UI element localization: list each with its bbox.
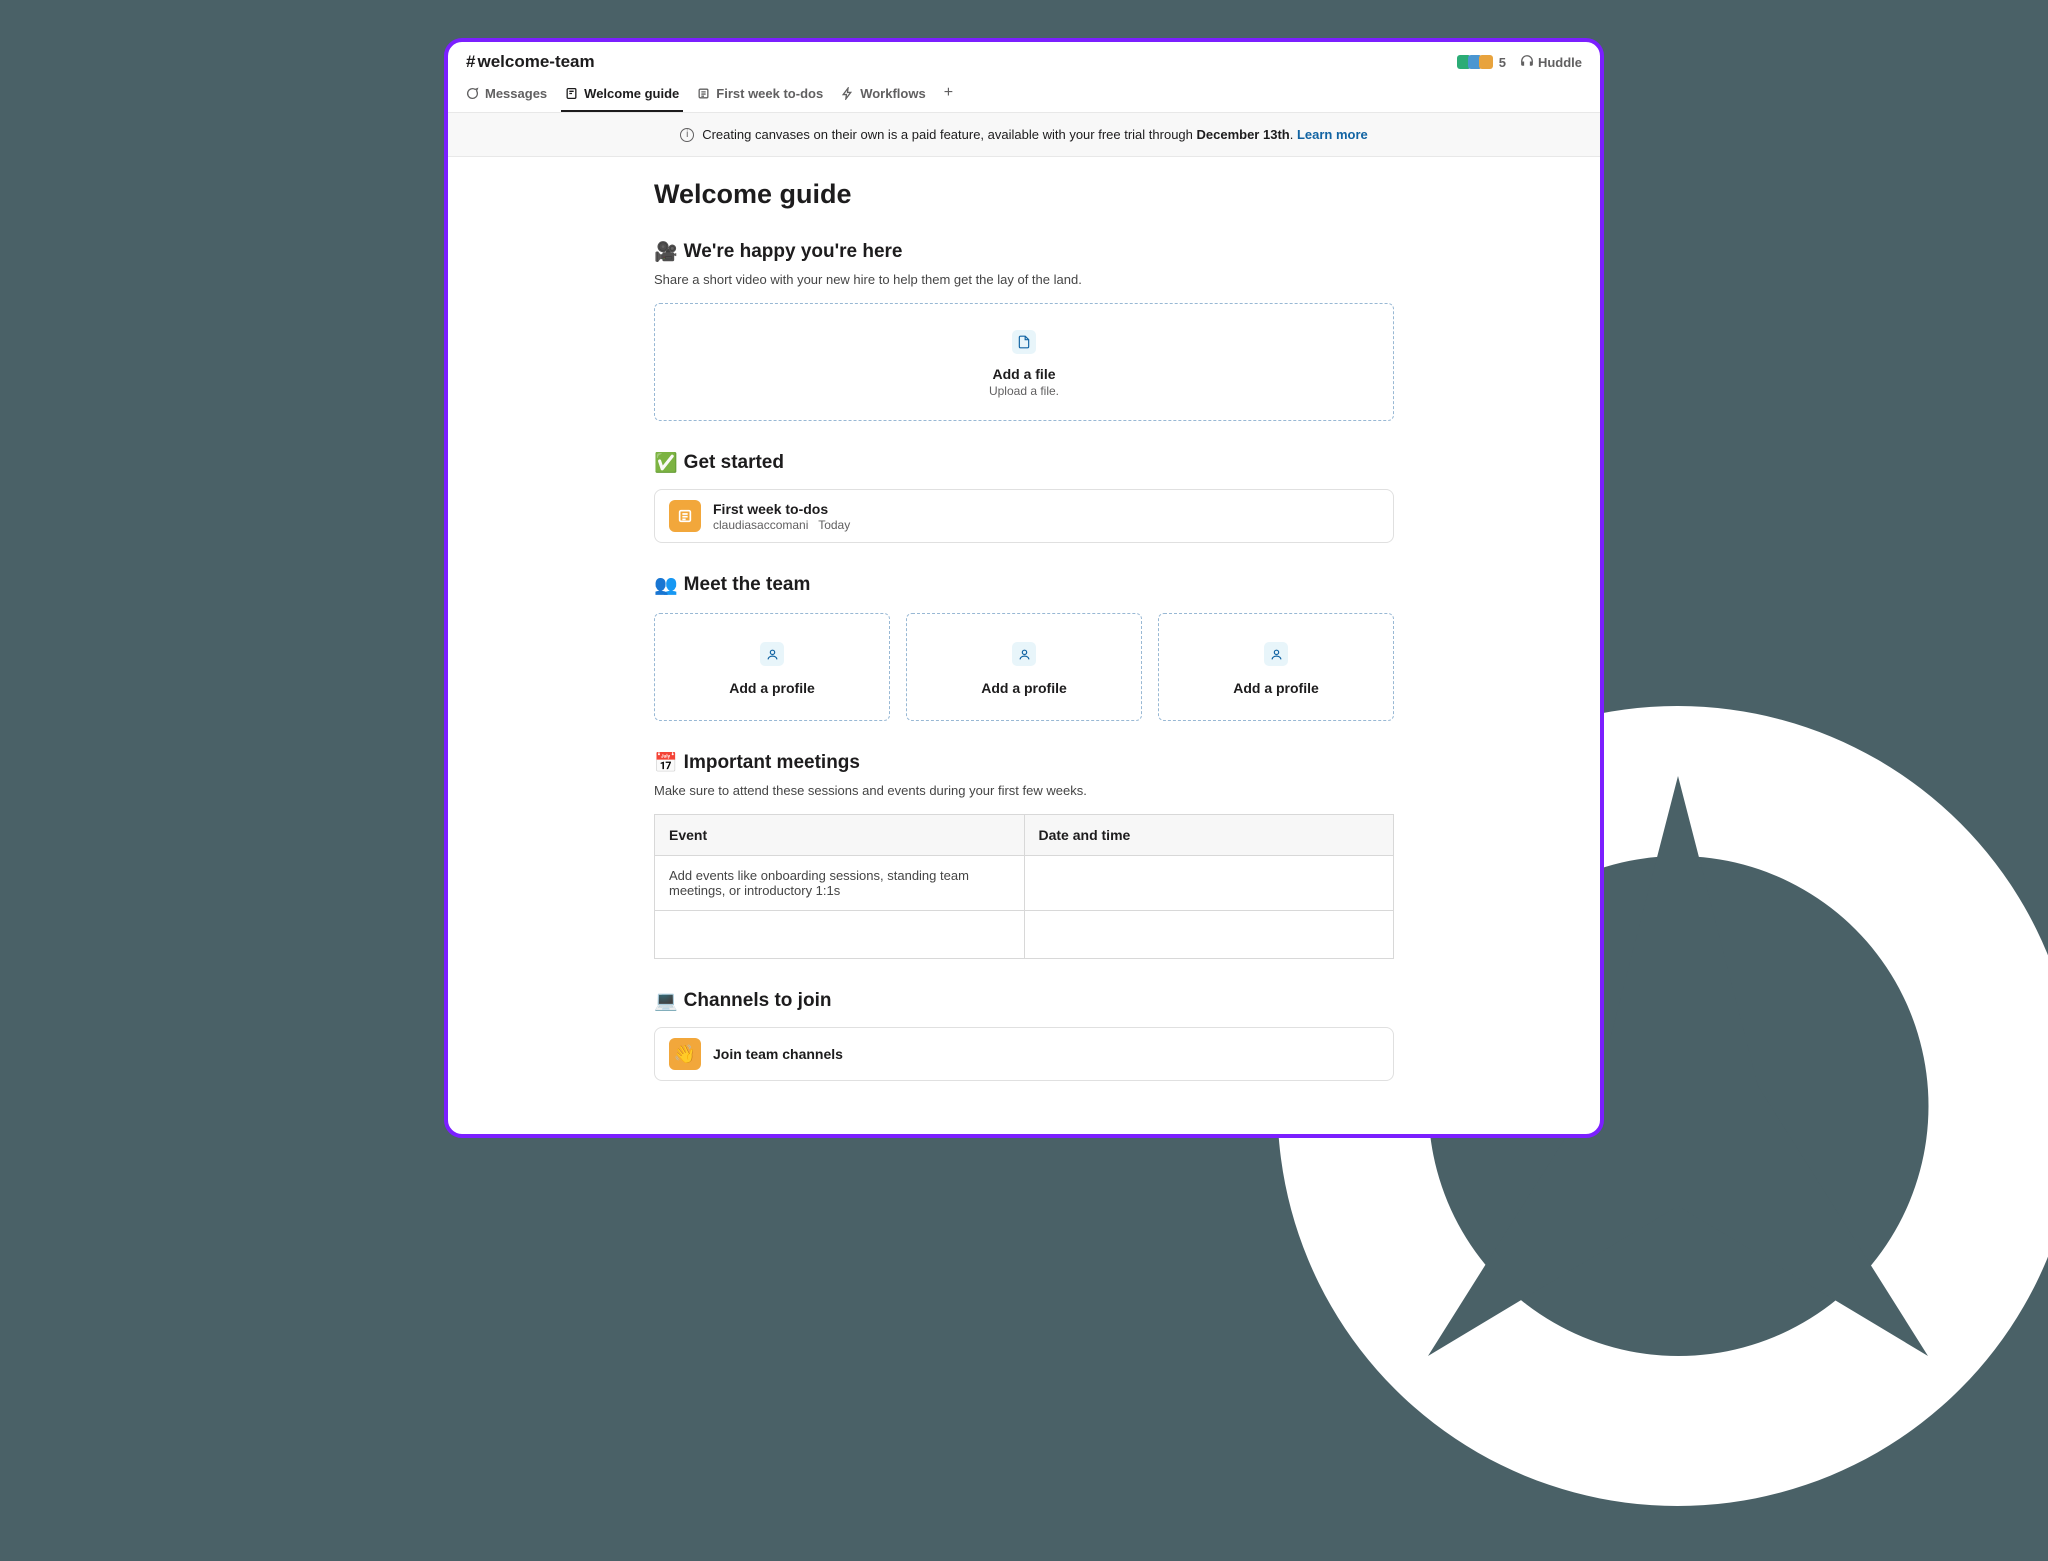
add-profile-label: Add a profile bbox=[981, 680, 1067, 696]
first-week-card[interactable]: First week to-dos claudiasaccomani Today bbox=[654, 489, 1394, 543]
list-card-meta: claudiasaccomani Today bbox=[713, 518, 850, 532]
tab-welcome-guide[interactable]: Welcome guide bbox=[565, 86, 679, 111]
section-welcome-desc: Share a short video with your new hire t… bbox=[654, 272, 1394, 287]
dropzone-title: Add a file bbox=[992, 366, 1055, 382]
table-cell[interactable] bbox=[1024, 911, 1394, 959]
tab-workflows[interactable]: Workflows bbox=[841, 86, 926, 111]
add-profile-label: Add a profile bbox=[1233, 680, 1319, 696]
table-header-date: Date and time bbox=[1024, 815, 1394, 856]
channels-card-title: Join team channels bbox=[713, 1046, 843, 1062]
computer-emoji-icon: 💻 bbox=[654, 989, 678, 1013]
tab-workflows-label: Workflows bbox=[860, 86, 926, 101]
add-profile-card[interactable]: Add a profile bbox=[1158, 613, 1394, 721]
person-icon bbox=[1012, 642, 1036, 666]
app-window: # welcome-team 5 Huddle Messages bbox=[444, 38, 1604, 1138]
meetings-table: Event Date and time Add events like onbo… bbox=[654, 814, 1394, 959]
calendar-emoji-icon: 📅 bbox=[654, 751, 678, 775]
tab-messages[interactable]: Messages bbox=[466, 86, 547, 111]
workflows-icon bbox=[841, 87, 854, 100]
tab-first-week[interactable]: First week to-dos bbox=[697, 86, 823, 111]
info-banner: i Creating canvases on their own is a pa… bbox=[448, 113, 1600, 157]
dropzone-subtitle: Upload a file. bbox=[989, 384, 1059, 398]
huddle-button[interactable]: Huddle bbox=[1520, 54, 1582, 71]
channel-name-text: welcome-team bbox=[477, 52, 594, 72]
person-icon bbox=[1264, 642, 1288, 666]
table-row[interactable]: Add events like onboarding sessions, sta… bbox=[655, 856, 1394, 911]
wave-emoji-icon: 👋 bbox=[669, 1038, 701, 1070]
section-meet-team-title: 👥 Meet the team bbox=[654, 573, 1394, 597]
section-meetings-desc: Make sure to attend these sessions and e… bbox=[654, 783, 1394, 798]
list-icon bbox=[697, 87, 710, 100]
section-welcome-title: 🎥 We're happy you're here bbox=[654, 240, 1394, 264]
avatar-icon bbox=[1479, 55, 1493, 69]
join-channels-card[interactable]: 👋 Join team channels bbox=[654, 1027, 1394, 1081]
hash-icon: # bbox=[466, 52, 475, 72]
huddle-label: Huddle bbox=[1538, 55, 1582, 70]
messages-icon bbox=[466, 87, 479, 100]
section-get-started-title: ✅ Get started bbox=[654, 451, 1394, 475]
add-file-dropzone[interactable]: Add a file Upload a file. bbox=[654, 303, 1394, 421]
table-cell[interactable] bbox=[1024, 856, 1394, 911]
section-welcome: 🎥 We're happy you're here Share a short … bbox=[654, 240, 1394, 421]
person-icon bbox=[760, 642, 784, 666]
tab-welcome-guide-label: Welcome guide bbox=[584, 86, 679, 101]
tab-first-week-label: First week to-dos bbox=[716, 86, 823, 101]
add-profile-card[interactable]: Add a profile bbox=[654, 613, 890, 721]
camera-emoji-icon: 🎥 bbox=[654, 240, 678, 264]
table-header-event: Event bbox=[655, 815, 1025, 856]
member-count: 5 bbox=[1499, 55, 1506, 70]
channel-name[interactable]: # welcome-team bbox=[466, 52, 595, 72]
people-emoji-icon: 👥 bbox=[654, 573, 678, 597]
headphones-icon bbox=[1520, 54, 1534, 71]
learn-more-link[interactable]: Learn more bbox=[1297, 127, 1368, 142]
info-icon: i bbox=[680, 128, 694, 142]
table-row[interactable] bbox=[655, 911, 1394, 959]
add-profile-card[interactable]: Add a profile bbox=[906, 613, 1142, 721]
add-tab-button[interactable]: + bbox=[944, 84, 953, 112]
tab-messages-label: Messages bbox=[485, 86, 547, 101]
section-channels-title: 💻 Channels to join bbox=[654, 989, 1394, 1013]
list-card-title: First week to-dos bbox=[713, 501, 850, 517]
header-actions: 5 Huddle bbox=[1460, 54, 1582, 71]
file-icon bbox=[1012, 330, 1036, 354]
section-meet-team: 👥 Meet the team Add a profile Add a prof… bbox=[654, 573, 1394, 721]
add-profile-label: Add a profile bbox=[729, 680, 815, 696]
section-meetings: 📅 Important meetings Make sure to attend… bbox=[654, 751, 1394, 959]
list-card-icon bbox=[669, 500, 701, 532]
members-button[interactable]: 5 bbox=[1460, 55, 1506, 70]
canvas-icon bbox=[565, 87, 578, 100]
section-meetings-title: 📅 Important meetings bbox=[654, 751, 1394, 775]
banner-text: Creating canvases on their own is a paid… bbox=[702, 127, 1368, 142]
table-cell[interactable]: Add events like onboarding sessions, sta… bbox=[655, 856, 1025, 911]
channel-header: # welcome-team 5 Huddle bbox=[448, 42, 1600, 72]
check-emoji-icon: ✅ bbox=[654, 451, 678, 475]
section-get-started: ✅ Get started First week to-dos claudias… bbox=[654, 451, 1394, 543]
channel-tabs: Messages Welcome guide First week to-dos… bbox=[448, 72, 1600, 113]
canvas-content: Welcome guide 🎥 We're happy you're here … bbox=[654, 157, 1394, 1138]
page-title: Welcome guide bbox=[654, 179, 1394, 210]
section-channels: 💻 Channels to join 👋 Join team channels bbox=[654, 989, 1394, 1081]
member-avatars bbox=[1460, 55, 1493, 69]
table-cell[interactable] bbox=[655, 911, 1025, 959]
